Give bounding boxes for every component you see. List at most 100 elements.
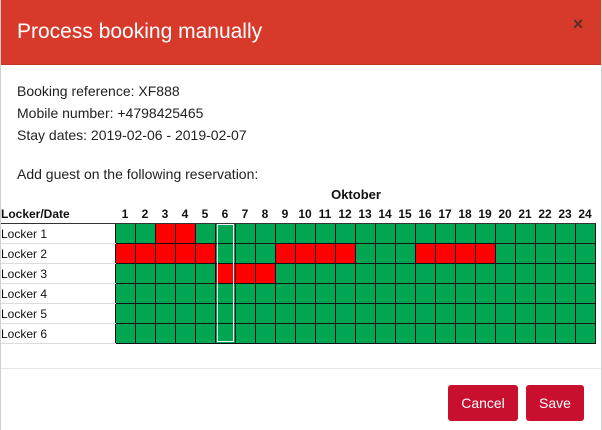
available-cell[interactable] (194, 223, 216, 244)
available-cell[interactable] (254, 283, 276, 304)
booked-cell[interactable] (414, 243, 436, 264)
available-cell[interactable] (374, 243, 396, 264)
available-cell[interactable] (114, 323, 136, 344)
available-cell[interactable] (414, 263, 436, 284)
available-cell[interactable] (154, 303, 176, 324)
available-cell[interactable] (494, 243, 516, 264)
available-cell[interactable] (214, 223, 236, 244)
available-cell[interactable] (514, 303, 536, 324)
close-icon[interactable]: × (569, 14, 587, 34)
available-cell[interactable] (494, 323, 516, 344)
booked-cell[interactable] (194, 243, 216, 264)
booked-cell[interactable] (214, 263, 236, 284)
available-cell[interactable] (334, 323, 356, 344)
available-cell[interactable] (194, 303, 216, 324)
available-cell[interactable] (554, 223, 576, 244)
available-cell[interactable] (434, 283, 456, 304)
available-cell[interactable] (314, 323, 336, 344)
available-cell[interactable] (394, 283, 416, 304)
available-cell[interactable] (354, 263, 376, 284)
booked-cell[interactable] (434, 243, 456, 264)
booked-cell[interactable] (114, 243, 136, 264)
available-cell[interactable] (454, 263, 476, 284)
available-cell[interactable] (394, 263, 416, 284)
available-cell[interactable] (254, 303, 276, 324)
available-cell[interactable] (514, 243, 536, 264)
available-cell[interactable] (394, 223, 416, 244)
available-cell[interactable] (434, 263, 456, 284)
booked-cell[interactable] (154, 243, 176, 264)
available-cell[interactable] (254, 243, 276, 264)
available-cell[interactable] (134, 283, 156, 304)
available-cell[interactable] (294, 263, 316, 284)
available-cell[interactable] (474, 223, 496, 244)
available-cell[interactable] (554, 323, 576, 344)
available-cell[interactable] (414, 223, 436, 244)
available-cell[interactable] (514, 323, 536, 344)
available-cell[interactable] (134, 263, 156, 284)
available-cell[interactable] (534, 303, 556, 324)
available-cell[interactable] (194, 263, 216, 284)
available-cell[interactable] (114, 303, 136, 324)
available-cell[interactable] (354, 223, 376, 244)
available-cell[interactable] (174, 283, 196, 304)
available-cell[interactable] (514, 283, 536, 304)
available-cell[interactable] (554, 303, 576, 324)
available-cell[interactable] (314, 283, 336, 304)
available-cell[interactable] (454, 303, 476, 324)
available-cell[interactable] (294, 283, 316, 304)
available-cell[interactable] (354, 303, 376, 324)
available-cell[interactable] (214, 283, 236, 304)
available-cell[interactable] (394, 323, 416, 344)
available-cell[interactable] (534, 243, 556, 264)
available-cell[interactable] (134, 323, 156, 344)
available-cell[interactable] (154, 283, 176, 304)
booked-cell[interactable] (174, 243, 196, 264)
available-cell[interactable] (214, 243, 236, 264)
available-cell[interactable] (474, 323, 496, 344)
booked-cell[interactable] (254, 263, 276, 284)
available-cell[interactable] (374, 283, 396, 304)
available-cell[interactable] (274, 303, 296, 324)
available-cell[interactable] (274, 263, 296, 284)
available-cell[interactable] (454, 323, 476, 344)
available-cell[interactable] (274, 323, 296, 344)
available-cell[interactable] (234, 303, 256, 324)
available-cell[interactable] (574, 283, 596, 304)
available-cell[interactable] (154, 263, 176, 284)
available-cell[interactable] (354, 283, 376, 304)
available-cell[interactable] (334, 283, 356, 304)
available-cell[interactable] (314, 263, 336, 284)
available-cell[interactable] (354, 323, 376, 344)
available-cell[interactable] (394, 303, 416, 324)
booked-cell[interactable] (334, 243, 356, 264)
available-cell[interactable] (514, 223, 536, 244)
available-cell[interactable] (494, 283, 516, 304)
available-cell[interactable] (574, 263, 596, 284)
cancel-button[interactable]: Cancel (448, 385, 518, 421)
booked-cell[interactable] (274, 243, 296, 264)
available-cell[interactable] (114, 223, 136, 244)
available-cell[interactable] (234, 283, 256, 304)
available-cell[interactable] (114, 263, 136, 284)
available-cell[interactable] (474, 283, 496, 304)
available-cell[interactable] (474, 263, 496, 284)
available-cell[interactable] (294, 323, 316, 344)
available-cell[interactable] (194, 283, 216, 304)
available-cell[interactable] (374, 303, 396, 324)
available-cell[interactable] (174, 263, 196, 284)
available-cell[interactable] (574, 243, 596, 264)
available-cell[interactable] (574, 303, 596, 324)
booked-cell[interactable] (234, 263, 256, 284)
available-cell[interactable] (554, 243, 576, 264)
available-cell[interactable] (414, 283, 436, 304)
available-cell[interactable] (334, 263, 356, 284)
available-cell[interactable] (134, 303, 156, 324)
available-cell[interactable] (334, 303, 356, 324)
available-cell[interactable] (114, 283, 136, 304)
available-cell[interactable] (534, 263, 556, 284)
booked-cell[interactable] (174, 223, 196, 244)
booked-cell[interactable] (154, 223, 176, 244)
available-cell[interactable] (294, 223, 316, 244)
available-cell[interactable] (234, 243, 256, 264)
